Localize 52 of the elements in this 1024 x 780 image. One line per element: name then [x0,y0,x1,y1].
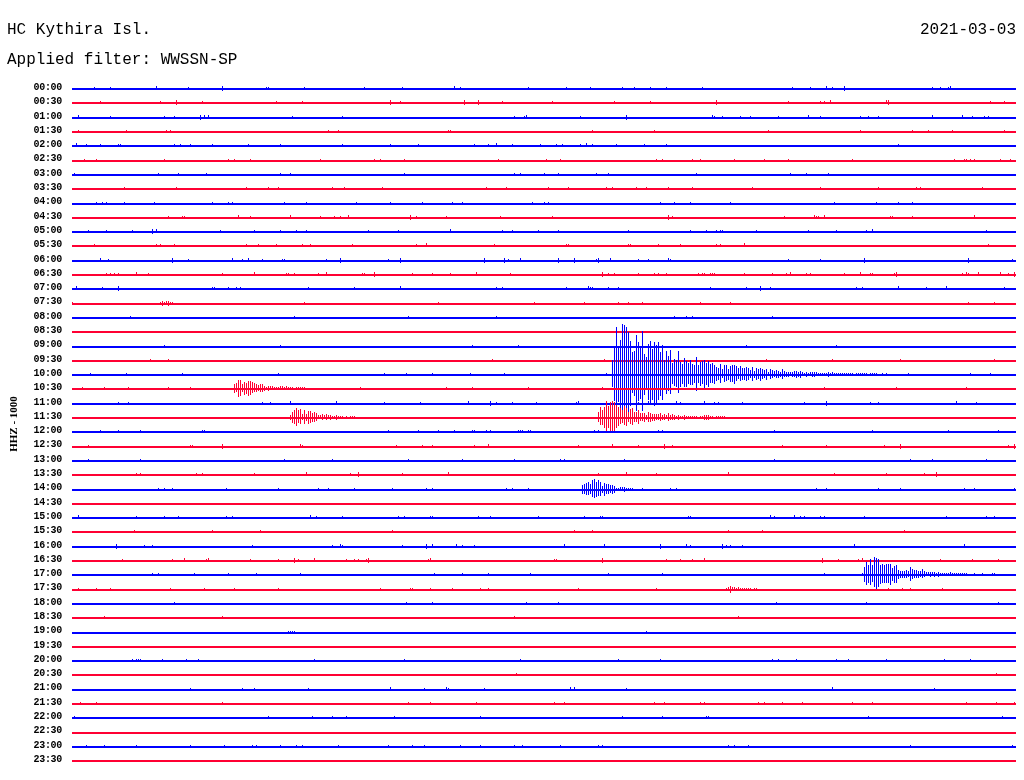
time-label: 18:30 [33,610,62,624]
time-label: 09:00 [33,338,62,353]
time-label: 02:00 [33,138,62,153]
time-label: 10:30 [33,381,62,396]
time-label: 20:30 [33,667,62,682]
time-label: 14:00 [33,481,62,496]
time-label: 01:00 [33,109,62,124]
time-label: 22:00 [33,710,62,725]
time-label: 08:00 [33,309,62,324]
date-label: 2021-03-03 [920,20,1016,40]
channel-label: HHZ - 1000 [7,396,19,452]
time-label: 03:00 [33,166,62,181]
time-label: 19:30 [33,638,62,653]
time-label: 18:00 [33,595,62,610]
time-label: 11:30 [33,409,62,424]
time-label: 04:30 [33,209,62,224]
time-label: 16:00 [33,538,62,553]
time-label: 15:00 [33,509,62,524]
time-label: 15:30 [33,524,62,539]
time-label: 12:00 [33,424,62,439]
time-label: 11:00 [33,395,62,410]
time-label: 23:00 [33,738,62,753]
time-label: 13:30 [33,467,62,481]
time-label: 06:30 [33,266,62,281]
time-label: 08:30 [33,324,62,339]
time-label: 07:30 [33,295,62,310]
time-label: 06:00 [33,252,62,267]
time-label: 17:00 [33,567,62,582]
time-label: 10:00 [33,366,62,381]
time-label: 23:30 [33,752,62,767]
time-label: 16:30 [33,552,62,567]
time-label: 04:00 [33,195,62,210]
time-label: 19:00 [33,624,62,639]
time-label: 21:00 [33,681,62,696]
time-label: 09:30 [33,352,62,367]
time-label: 22:30 [33,724,62,739]
filter-label: Applied filter: WWSSN-SP [7,51,238,69]
time-label: 20:00 [33,652,62,667]
time-label: 07:00 [33,281,62,296]
time-label: 02:30 [33,152,62,167]
time-label: 00:30 [33,95,62,110]
station-title: HC Kythira Isl. [7,20,152,40]
time-label: 21:30 [33,695,62,710]
time-label: 05:30 [33,238,62,253]
time-label: 12:30 [33,438,62,453]
time-label: 14:30 [33,495,62,510]
time-label: 03:30 [33,181,62,196]
time-label: 01:30 [33,123,62,138]
time-label: 00:00 [33,81,62,95]
time-label: 17:30 [33,581,62,596]
time-label: 05:00 [33,223,62,238]
time-label: 13:00 [33,452,62,467]
